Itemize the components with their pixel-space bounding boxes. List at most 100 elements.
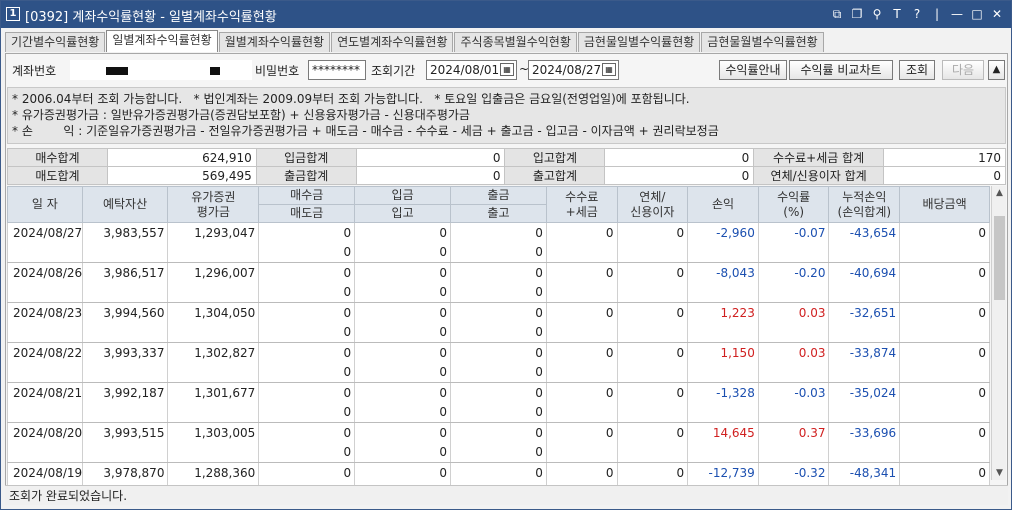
search-button[interactable]: 조회 [899,60,935,80]
cell-withdraw: 0 [450,382,547,403]
scroll-up-icon[interactable]: ▲ [992,186,1007,200]
password-field[interactable]: ******** [308,60,366,80]
next-button[interactable]: 다음 [942,60,984,80]
tab-period-return[interactable]: 기간별수익률현황 [5,32,106,52]
cell-deposit: 0 [354,222,452,243]
title-bar: 1 [0392] 계좌수익률현황 - 일별계좌수익률현황 ⧉ ❐ ⚲ T ? |… [1,1,1011,28]
collapse-up-button[interactable]: ▲ [988,60,1005,80]
cell-sell: 0 [258,442,356,463]
interest-total-label: 연체/신용이자 합계 [753,166,885,185]
cell-out: 0 [450,282,547,303]
account-label: 계좌번호 [12,64,57,78]
cell-interest: 0 [616,382,689,423]
cell-sell: 0 [258,402,356,423]
cell-cum: -43,654 [828,222,901,263]
notice-box: * 2006.04부터 조회 가능합니다. * 법인계좌는 2009.09부터 … [7,87,1006,144]
cell-withdraw: 0 [450,462,547,483]
compare-chart-button[interactable]: 수익률 비교차트 [789,60,893,80]
calendar-icon[interactable]: ▦ [500,63,514,76]
tab-daily-return[interactable]: 일별계좌수익률현황 [106,30,218,52]
header-pnl: 손익 [687,186,759,223]
cell-div: 0 [899,222,990,263]
header-rate: 수익률 (%) [757,186,830,223]
help-icon[interactable]: ? [909,5,925,23]
header-out: 출고 [450,204,547,223]
in-total-label: 입고합계 [504,148,606,167]
cell-buy: 0 [258,342,356,363]
cell-out: 0 [450,242,547,263]
cell-date: 2024/08/21 [7,382,83,423]
cell-fee: 0 [545,262,618,303]
withdraw-total-label: 출금합계 [255,166,357,185]
cell-fee: 0 [545,342,618,383]
window-title: [0392] 계좌수익률현황 - 일별계좌수익률현황 [25,10,277,25]
table-row[interactable]: 2024/08/21 3,992,187 1,301,677 0 0 0 0 0 -1,328-… [7,382,990,423]
date-to-field[interactable]: 2024/08/27 ▦ [528,60,619,80]
table-row[interactable]: 2024/08/22 3,993,337 1,302,827 0 0 0 0 0 1,150 0.… [7,342,990,383]
return-guide-button[interactable]: 수익률안내 [719,60,787,80]
pin-icon[interactable]: ⚲ [869,5,885,23]
fee-tax-label: 수수료+세금 합계 [753,148,885,167]
cell-pnl: -8,043 [687,262,759,303]
tab-gold-monthly[interactable]: 금현물월별수익률현황 [701,32,824,52]
sell-total-label: 매도합계 [7,166,108,185]
cell-in: 0 [354,282,452,303]
cell-out: 0 [450,442,547,463]
cell-in: 0 [354,402,452,423]
cell-date: 2024/08/26 [7,262,83,303]
daily-return-table: 일 자 예탁자산 유가증권 평가금 매수금 입금 출금 수수료 +세금 연체/ … [7,186,990,503]
tab-monthly-return[interactable]: 월별계좌수익률현황 [218,32,331,52]
cell-interest: 0 [616,262,689,303]
cell-asset: 3,993,337 [81,342,169,383]
copy-icon[interactable]: ❐ [849,5,865,23]
header-sell: 매도금 [258,204,356,223]
cell-date: 2024/08/20 [7,422,83,463]
out-total-value: 0 [604,166,755,185]
cell-fee: 0 [545,382,618,423]
maximize-icon[interactable]: □ [969,5,985,23]
cell-withdraw: 0 [450,302,547,323]
date-from-field[interactable]: 2024/08/01 ▦ [426,60,517,80]
cell-asset: 3,994,560 [81,302,169,343]
tab-yearly-return[interactable]: 연도별계좌수익률현황 [331,32,454,52]
close-icon[interactable]: ✕ [989,5,1005,23]
scroll-thumb[interactable] [994,216,1005,300]
cell-date: 2024/08/27 [7,222,83,263]
calendar-icon[interactable]: ▦ [602,63,616,76]
status-bar: 조회가 완료되었습니다. [5,485,1008,505]
main-window: 1 [0392] 계좌수익률현황 - 일별계좌수익률현황 ⧉ ❐ ⚲ T ? |… [0,0,1012,510]
tab-stock-monthly[interactable]: 주식종목별월수익현황 [454,32,577,52]
account-number-field[interactable] [70,60,252,80]
text-size-icon[interactable]: T [889,5,905,23]
cell-sell: 0 [258,282,356,303]
cell-asset: 3,983,557 [81,222,169,263]
table-row[interactable]: 2024/08/19 3,978,870 1,288,360 0 0 0 0 0 -12,739… [7,462,990,503]
masked-account [209,66,220,75]
header-sec-eval: 유가증권 평가금 [167,186,260,223]
table-row[interactable]: 2024/08/23 3,994,560 1,304,050 0 0 0 0 0 1,223 0.… [7,302,990,343]
scroll-down-icon[interactable]: ▼ [992,466,1007,480]
notice-line: * 2006.04부터 조회 가능합니다. * 법인계좌는 2009.09부터 … [12,92,690,106]
cell-interest: 0 [616,342,689,383]
deposit-total-label: 입금합계 [255,148,357,167]
cell-asset: 3,986,517 [81,262,169,303]
link-icon[interactable]: ⧉ [829,5,845,23]
table-row[interactable]: 2024/08/20 3,993,515 1,303,005 0 0 0 0 0 14,645 0… [7,422,990,463]
password-label: 비밀번호 [255,64,300,78]
table-row[interactable]: 2024/08/26 3,986,517 1,296,007 0 0 0 0 0 -8,043-… [7,262,990,303]
cell-sec-eval: 1,304,050 [167,302,260,343]
date-to-value: 2024/08/27 [532,63,602,77]
table-row[interactable]: 2024/08/27 3,983,557 1,293,047 0 0 0 0 0 -2,960-… [7,222,990,263]
cell-sell: 0 [258,362,356,383]
tab-gold-daily[interactable]: 금현물일별수익률현황 [577,32,701,52]
cell-rate: 0.03 [757,302,830,343]
cell-interest: 0 [616,422,689,463]
header-fee: 수수료 +세금 [545,186,618,223]
header-div: 배당금액 [899,186,990,223]
cell-cum: -32,651 [828,302,901,343]
minimize-icon[interactable]: — [949,5,965,23]
cell-sec-eval: 1,303,005 [167,422,260,463]
cell-asset: 3,993,515 [81,422,169,463]
vertical-scrollbar[interactable]: ▲ ▼ [991,186,1006,480]
cell-cum: -35,024 [828,382,901,423]
